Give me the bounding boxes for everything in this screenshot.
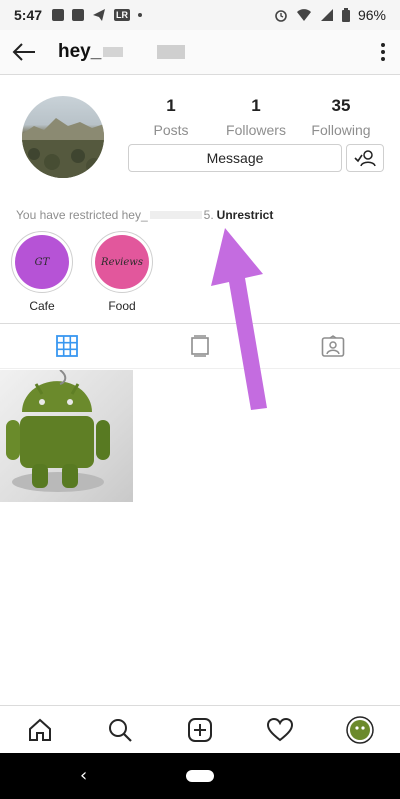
- posts-label: Posts: [153, 122, 189, 138]
- home-icon: [29, 718, 51, 741]
- followers-stat[interactable]: 1 Followers: [216, 96, 296, 138]
- followers-label: Followers: [226, 122, 286, 138]
- profile-header: hey_: [0, 30, 400, 75]
- redacted-block: [149, 211, 202, 219]
- unrestrict-link[interactable]: Unrestrict: [217, 208, 274, 222]
- following-label: Following: [311, 122, 371, 138]
- nav-search[interactable]: [100, 710, 140, 750]
- android-figure-image: [6, 370, 110, 492]
- status-bar: 5:47 LR 96%: [0, 0, 400, 30]
- highlight-cover: GT: [15, 235, 69, 289]
- home-pill[interactable]: [186, 770, 214, 782]
- highlight-ring: GT: [11, 231, 73, 293]
- system-icons: 96%: [274, 7, 386, 23]
- telegram-icon: [93, 9, 106, 21]
- grid-icon: [55, 335, 78, 357]
- battery-icon: [341, 8, 350, 22]
- tagged-icon: [322, 335, 345, 357]
- back-arrow-icon: [12, 43, 35, 61]
- dot-icon: [138, 13, 143, 17]
- profile-tabs: [0, 323, 400, 369]
- highlight-label: Food: [108, 299, 136, 313]
- following-count: 35: [331, 96, 351, 115]
- system-navigation-bar: ‹: [0, 753, 400, 799]
- nav-home[interactable]: [20, 710, 60, 750]
- landscape-image: [22, 118, 104, 178]
- avatar[interactable]: [22, 96, 104, 178]
- restrict-suffix: 5.: [203, 208, 214, 222]
- annotation-arrow-icon: [211, 228, 267, 410]
- tab-tagged[interactable]: [267, 324, 400, 368]
- restrict-notice: You have restricted hey_ 5. Unrestrict: [16, 208, 273, 222]
- highlight-ring: Reviews: [91, 231, 153, 293]
- gallery-icon: [52, 9, 65, 21]
- restrict-text: You have restricted hey_: [16, 208, 148, 222]
- battery-percent: 96%: [357, 7, 386, 23]
- highlight-cafe[interactable]: GT Cafe: [11, 231, 73, 313]
- alarm-icon: [275, 10, 287, 22]
- system-back-icon[interactable]: ‹: [80, 765, 87, 786]
- bottom-navigation: [0, 705, 400, 753]
- status-time: 5:47: [14, 7, 43, 23]
- message-button[interactable]: Message: [128, 144, 342, 172]
- post-thumbnail[interactable]: [0, 370, 133, 502]
- lr-badge: LR: [114, 9, 131, 21]
- nav-activity[interactable]: [260, 710, 300, 750]
- more-options-icon[interactable]: [378, 43, 388, 61]
- wifi-icon: [296, 9, 311, 21]
- search-icon: [109, 718, 132, 742]
- highlight-label: Cafe: [29, 299, 55, 313]
- username-title: hey_: [58, 41, 186, 63]
- back-button[interactable]: [12, 39, 38, 65]
- followers-count: 1: [251, 96, 261, 115]
- notification-icons: LR: [52, 8, 143, 22]
- following-stat[interactable]: 35 Following: [301, 96, 381, 138]
- tab-grid[interactable]: [0, 324, 133, 368]
- highlight-cover: Reviews: [95, 235, 149, 289]
- news-icon: [72, 9, 85, 21]
- following-toggle-button[interactable]: [346, 144, 384, 172]
- highlight-food[interactable]: Reviews Food: [91, 231, 153, 313]
- nav-add[interactable]: [180, 710, 220, 750]
- signal-icon: [320, 9, 333, 21]
- add-post-icon: [188, 717, 212, 742]
- username-text: hey_: [58, 41, 102, 62]
- screen: 5:47 LR 96% hey_ 1 Posts 1 Followers 35 …: [0, 0, 400, 799]
- profile-avatar-icon: [346, 715, 374, 744]
- person-check-icon: [354, 150, 376, 167]
- posts-stat[interactable]: 1 Posts: [131, 96, 211, 138]
- heart-icon: [267, 717, 293, 741]
- nav-profile[interactable]: [340, 710, 380, 750]
- posts-count: 1: [166, 96, 176, 115]
- redacted-block: [103, 47, 124, 57]
- redacted-block: [157, 45, 186, 59]
